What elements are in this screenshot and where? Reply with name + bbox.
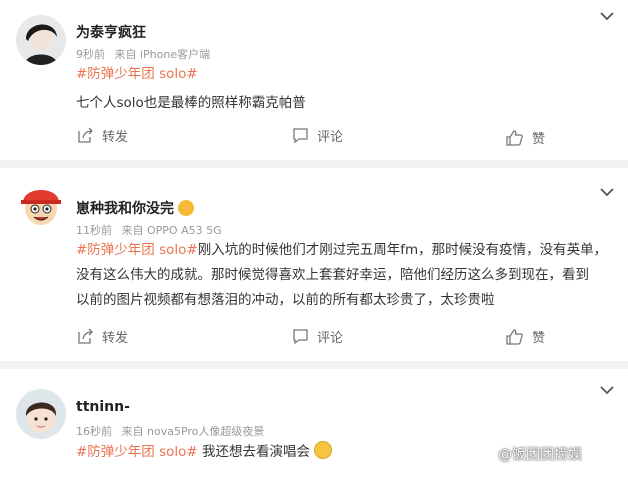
avatar[interactable]: [16, 180, 66, 230]
comment-icon: [293, 128, 308, 144]
like-button[interactable]: 赞: [506, 327, 545, 346]
post-source: 来自 OPPO A53 5G: [121, 224, 222, 237]
post-source: 来自 nova5Pro人像超级夜景: [121, 425, 265, 438]
comment-card-1: 为泰亨疯狂 9秒前 来自 iPhone客户端 #防弹少年团 solo# 七个人s…: [0, 0, 628, 160]
like-icon: [506, 328, 523, 345]
chevron-down-icon[interactable]: [600, 11, 614, 21]
post-time: 9秒前: [76, 48, 105, 61]
username[interactable]: ttninn-: [76, 399, 130, 415]
username[interactable]: 崽种我和你没完: [76, 198, 194, 218]
chevron-down-icon[interactable]: [600, 187, 614, 197]
text-line: 以前的图片视频都有想落泪的冲动，以前的所有都太珍贵了，太珍贵啦: [76, 292, 495, 308]
like-label: 赞: [532, 132, 546, 147]
avatar[interactable]: [16, 15, 66, 65]
repost-icon: [78, 328, 93, 344]
topic-tag[interactable]: #防弹少年团 solo#: [76, 66, 198, 82]
comment-text: #防弹少年团 solo#刚入坑的时候他们才刚过完五周年fm，那时候没有疫情，没有…: [76, 238, 616, 313]
topic-tag[interactable]: #防弹少年团 solo#: [76, 444, 198, 460]
chevron-down-icon[interactable]: [600, 385, 614, 395]
comment-label: 评论: [317, 130, 344, 145]
post-time: 11秒前: [76, 224, 112, 237]
post-meta: 9秒前 来自 iPhone客户端: [76, 46, 210, 62]
comment-icon: [293, 329, 308, 345]
repost-button[interactable]: 转发: [77, 327, 128, 346]
text-line: #防弹少年团 solo#: [76, 62, 616, 87]
crying-emoji-icon: [314, 441, 333, 459]
text-line: 七个人solo也是最棒的照样称霸克帕普: [76, 95, 306, 111]
post-meta: 11秒前 来自 OPPO A53 5G: [76, 222, 222, 238]
comment-text: #防弹少年团 solo# 七个人solo也是最棒的照样称霸克帕普: [76, 62, 616, 116]
post-time: 16秒前: [76, 425, 112, 438]
comment-card-2: 崽种我和你没完 11秒前 来自 OPPO A53 5G #防弹少年团 solo#…: [0, 168, 628, 361]
repost-button[interactable]: 转发: [77, 126, 128, 145]
text-line: 没有这么伟大的成就。那时候觉得喜欢上套套好幸运，陪他们经历这么多到现在，看到: [76, 267, 589, 283]
post-meta: 16秒前 来自 nova5Pro人像超级夜景: [76, 423, 264, 439]
comment-label: 评论: [317, 331, 344, 346]
heart-eyes-emoji-icon: [178, 200, 194, 216]
repost-icon: [78, 127, 93, 143]
like-button[interactable]: 赞: [506, 128, 545, 147]
post-source: 来自 iPhone客户端: [114, 48, 211, 61]
like-icon: [506, 129, 523, 146]
watermark: @饭团团捞娱: [498, 447, 582, 463]
comment-button[interactable]: 评论: [292, 126, 343, 145]
comment-button[interactable]: 评论: [292, 327, 343, 346]
avatar[interactable]: [16, 389, 66, 439]
repost-label: 转发: [102, 331, 129, 346]
topic-tag[interactable]: #防弹少年团 solo#: [76, 242, 198, 258]
text-line: #防弹少年团 solo#刚入坑的时候他们才刚过完五周年fm，那时候没有疫情，没有…: [76, 242, 608, 258]
username[interactable]: 为泰亨疯狂: [76, 22, 146, 42]
like-label: 赞: [532, 331, 546, 346]
repost-label: 转发: [102, 130, 129, 145]
